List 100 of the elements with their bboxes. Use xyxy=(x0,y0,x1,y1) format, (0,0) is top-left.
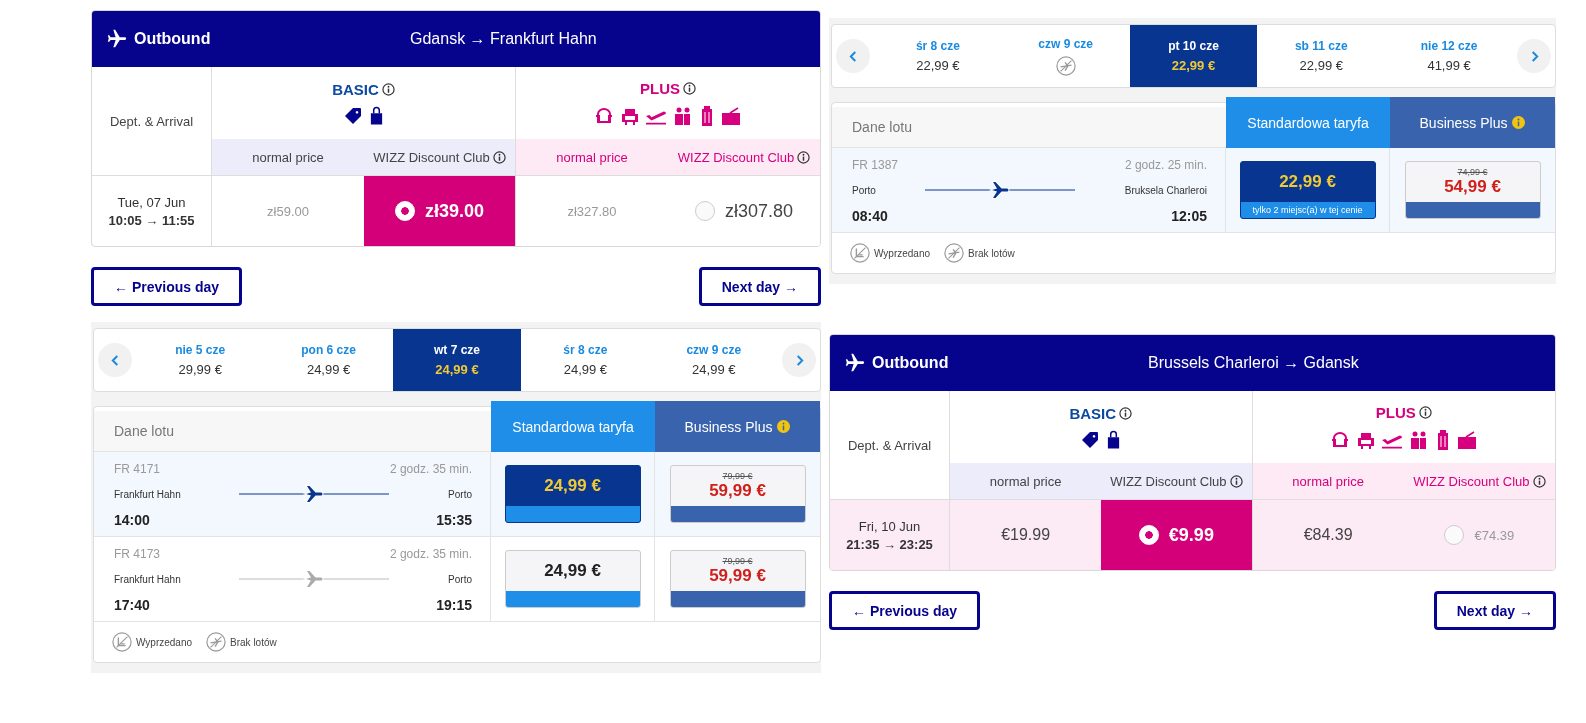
flight-times: 10:05 → 11:55 xyxy=(108,212,195,228)
suitcase-icon xyxy=(1435,428,1450,451)
fare-name: PLUS xyxy=(640,79,680,97)
info-icon[interactable] xyxy=(492,150,506,164)
plane-icon xyxy=(844,352,866,374)
fare-price-button[interactable]: 79,99 € 59,99 € xyxy=(669,465,806,523)
info-icon[interactable] xyxy=(797,150,811,164)
arrival-time: 15:35 xyxy=(436,512,472,528)
arrival-time: 19:15 xyxy=(436,597,472,613)
legend-label: Wyprzedano xyxy=(136,636,193,648)
legend-label: Brak lotów xyxy=(968,247,1015,259)
info-icon[interactable] xyxy=(1229,474,1243,488)
case-icon xyxy=(720,105,742,126)
price-type-label: WIZZ Discount Club xyxy=(1413,473,1530,489)
legend-label: Brak lotów xyxy=(230,636,277,648)
fare-name: BASIC xyxy=(332,80,379,98)
fare-column-label: Business Plus xyxy=(684,418,773,435)
seat-icon xyxy=(1329,429,1350,450)
seat-icon xyxy=(594,105,614,126)
departure-city: Porto xyxy=(852,184,876,196)
bag-icon xyxy=(1106,429,1122,450)
arrival-city: Bruksela Charleroi xyxy=(1124,184,1207,196)
price-type-label: normal price xyxy=(1292,473,1364,489)
departure-city: Frankfurt Hahn xyxy=(114,488,181,500)
fare-column-label: Business Plus xyxy=(1419,114,1508,131)
suitcase-icon xyxy=(700,104,714,127)
info-icon[interactable] xyxy=(1119,406,1133,420)
tag-icon xyxy=(1080,429,1101,450)
flight-date: Tue, 07 Jun xyxy=(117,194,186,210)
fare-price-button[interactable]: 74,99 € 54,99 € xyxy=(1404,161,1541,219)
route-title: Brussels Charleroi → Gdansk xyxy=(1147,354,1360,372)
fare-price-button[interactable]: 24,99 € xyxy=(504,550,641,608)
column-header: Dane lotu xyxy=(832,107,1226,148)
plane-crossed-icon xyxy=(1055,55,1076,76)
price-type-label: WIZZ Discount Club xyxy=(677,149,795,165)
fare-name: PLUS xyxy=(1375,403,1416,421)
direction-label: Outbound xyxy=(134,30,211,48)
price-type-label: WIZZ Discount Club xyxy=(1110,473,1227,489)
previous-day-button[interactable]: ← Previous day xyxy=(829,591,981,630)
legend-label: Wyprzedano xyxy=(874,247,931,259)
flight-duration: 2 godz. 35 min. xyxy=(389,547,472,561)
departure-city: Frankfurt Hahn xyxy=(114,573,181,585)
chevron-right-icon[interactable] xyxy=(794,353,804,367)
previous-day-button[interactable]: ← Previous day xyxy=(91,267,243,306)
flight-row[interactable]: FR 4171 2 godz. 35 min. Frankfurt Hahn Porto 14:00 15:35 24,99 € 79,99 € 59,99 € xyxy=(94,452,820,537)
info-icon[interactable] xyxy=(1532,474,1546,488)
arrival-time: 12:05 xyxy=(1171,208,1207,224)
previous-button[interactable] xyxy=(836,39,870,73)
flight-number: FR 4171 xyxy=(114,462,161,476)
flight-number: FR 4173 xyxy=(114,547,161,561)
next-button[interactable] xyxy=(1517,39,1551,73)
seat-crossed-icon xyxy=(112,632,132,652)
radio-button[interactable] xyxy=(694,201,715,221)
fare-price-button[interactable]: 22,99 € tylko 2 miejsc(a) w tej cenie xyxy=(1239,161,1376,219)
fare-column-header: Standardowa taryfa xyxy=(1226,97,1390,148)
chevron-left-icon[interactable] xyxy=(110,353,120,367)
fare-option[interactable]: €9.99 xyxy=(1101,500,1253,570)
next-day-button[interactable]: Next day → xyxy=(1433,591,1556,630)
flight-row[interactable]: FR 1387 2 godz. 25 min. Porto Bruksela Charleroi 08:40 12:05 22,99 € tylko 2 miejsc(a) w tej cenie 74,99 € 54,99 € xyxy=(832,148,1555,233)
arrival-city: Porto xyxy=(448,573,472,585)
chevron-left-icon[interactable] xyxy=(848,49,858,63)
direction-label: Outbound xyxy=(872,354,949,372)
next-day-button[interactable]: Next day → xyxy=(698,267,821,306)
fare-option[interactable]: zł39.00 xyxy=(364,176,516,246)
fare-option[interactable]: €19.99 xyxy=(950,500,1102,570)
info-icon[interactable] xyxy=(1418,405,1432,419)
flight-duration: 2 godz. 25 min. xyxy=(1124,158,1207,172)
plane-icon xyxy=(106,28,128,50)
radio-button[interactable] xyxy=(1444,525,1465,545)
plane-crossed-icon xyxy=(944,243,965,263)
seat-crossed-icon xyxy=(850,243,870,263)
price-type-label: normal price xyxy=(252,149,324,165)
date-tab[interactable]: wt 7 cze 24,99 € xyxy=(392,329,522,391)
departure-time: 17:40 xyxy=(114,597,150,613)
next-button[interactable] xyxy=(782,343,816,377)
price-type-label: normal price xyxy=(556,149,628,165)
fare-name: BASIC xyxy=(1069,404,1117,422)
bag-icon xyxy=(369,105,384,126)
case-icon xyxy=(1455,429,1478,450)
info-icon[interactable] xyxy=(683,81,696,95)
fare-column-header: Standardowa taryfa xyxy=(491,401,655,452)
flight-date: Fri, 10 Jun xyxy=(858,518,921,534)
fare-price-button[interactable]: 79,99 € 59,99 € xyxy=(669,550,806,608)
departure-time: 14:00 xyxy=(114,512,150,528)
flight-row[interactable]: FR 4173 2 godz. 35 min. Frankfurt Hahn Porto 17:40 19:15 24,99 € 79,99 € 59,99 € xyxy=(94,537,820,622)
column-header: Dane lotu xyxy=(94,411,491,452)
price-type-label: WIZZ Discount Club xyxy=(373,149,490,165)
flight-times: 21:35 → 23:25 xyxy=(846,536,933,552)
fare-option[interactable]: €84.39 xyxy=(1252,500,1404,570)
route-title: Gdansk → Frankfurt Hahn xyxy=(409,30,598,48)
info-icon[interactable] xyxy=(381,82,395,96)
arrival-city: Porto xyxy=(448,488,472,500)
fare-price-button[interactable]: 24,99 € xyxy=(504,465,641,523)
chevron-right-icon[interactable] xyxy=(1529,49,1539,63)
tag-icon xyxy=(343,105,363,126)
price-type-label: normal price xyxy=(989,473,1062,489)
date-tab[interactable]: pt 10 cze 22,99 € xyxy=(1129,25,1258,87)
flight-duration: 2 godz. 35 min. xyxy=(389,462,472,476)
flight-number: FR 1387 xyxy=(852,158,899,172)
previous-button[interactable] xyxy=(98,343,132,377)
